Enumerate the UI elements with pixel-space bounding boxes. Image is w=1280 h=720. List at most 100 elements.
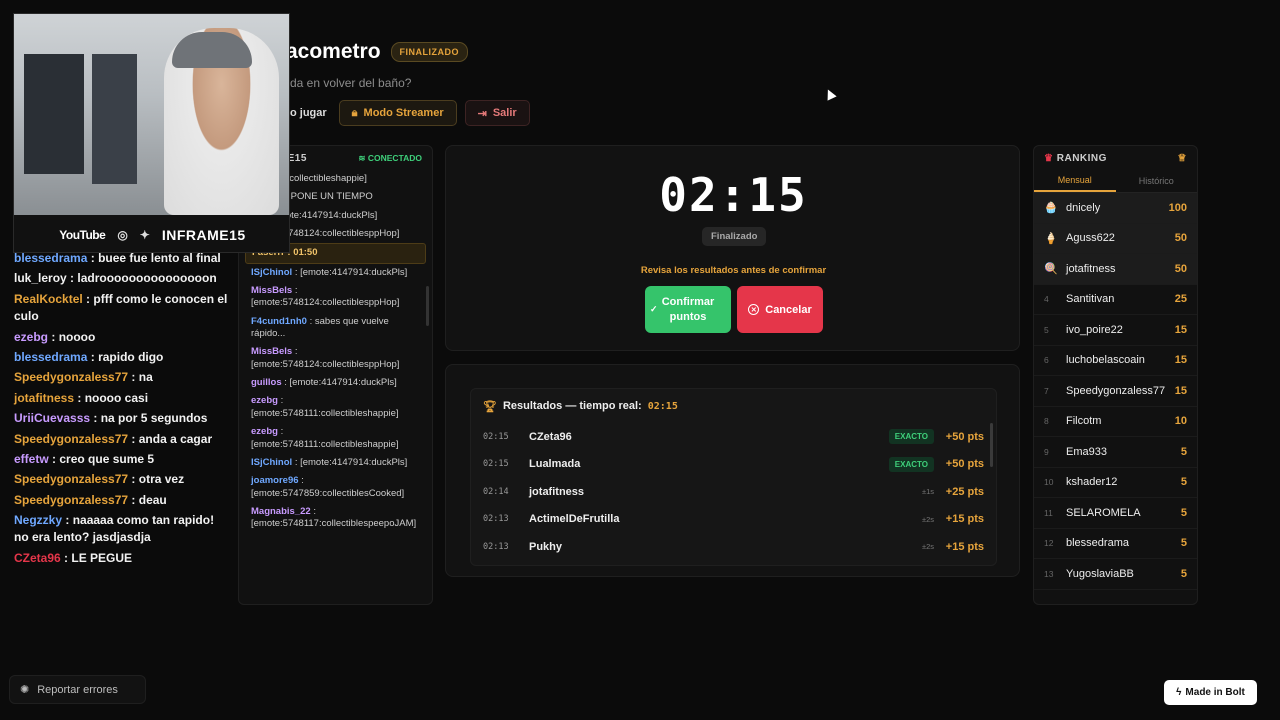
chat-text: : deau	[131, 492, 167, 507]
tab-historico[interactable]: Histórico	[1116, 170, 1198, 192]
page-subtitle: rda en volver del baño?	[286, 76, 412, 90]
ranking-name: SELAROMELA	[1066, 506, 1141, 519]
chat-text: : noooo casi	[77, 390, 149, 405]
timer-display: 02:15	[659, 168, 808, 222]
trophy-icon[interactable]: ♕	[1178, 153, 1187, 164]
chat-message: effetw : creo que sume 5	[14, 451, 229, 468]
made-in-bolt-badge[interactable]: ϟ Made in Bolt	[1164, 680, 1257, 705]
chat-message: CZeta96 : LE PEGUE	[14, 550, 229, 567]
chat-message: jotafitness : noooo casi	[14, 390, 229, 407]
ranking-item: 7 Speedygonzaless77 15	[1034, 376, 1197, 407]
chat-message: ezebg : noooo	[14, 329, 229, 346]
exact-badge: EXACTO	[888, 456, 934, 472]
streamer-mode-label: Modo Streamer	[363, 107, 444, 119]
result-diff: ±2s	[921, 514, 934, 524]
ranking-points: 50	[1174, 232, 1187, 245]
webcam-socials-bar: YouTube ◎ ✦ INFRAME15	[14, 215, 289, 252]
ranking-name: Speedygonzaless77	[1066, 384, 1166, 397]
ranking-item: 🍭 jotafitness 50	[1034, 254, 1197, 285]
result-name: CZeta96	[529, 430, 572, 443]
chat-username: UriiCuevasss	[14, 411, 91, 426]
streamer-cap	[172, 32, 252, 68]
exit-button[interactable]: ⇥ Salir	[464, 100, 530, 126]
result-diff: ±1s	[921, 487, 934, 497]
ranking-points: 10	[1174, 415, 1187, 428]
trophy-icon: 🏆︎	[483, 400, 497, 413]
review-notice: Revisa los resultados antes de confirmar	[640, 265, 827, 276]
results-title: Resultados — tiempo real:	[502, 400, 642, 412]
status-badge: FINALIZADO	[390, 42, 469, 62]
ranking-item: 9 Ema933 5	[1034, 437, 1197, 468]
live-chat-username: ISjChinol	[251, 266, 293, 278]
ranking-name: dnicely	[1066, 201, 1101, 214]
chat-username: CZeta96	[14, 550, 61, 565]
webcam-video	[14, 14, 289, 215]
twitter-icon: ✦	[139, 227, 150, 242]
streamer-mode-button[interactable]: 🔒︎ Modo Streamer	[338, 100, 457, 126]
play-button[interactable]: o jugar	[286, 100, 331, 126]
ranking-name: luchobelascoain	[1066, 354, 1145, 367]
tab-mensual[interactable]: Mensual	[1034, 170, 1116, 192]
results-panel: 🏆︎ Resultados — tiempo real: 02:15 02:15…	[445, 364, 1020, 577]
live-chat-message: MissBels : [emote:5748124:collectiblespp…	[245, 343, 426, 374]
ranking-item: 6 luchobelascoain 15	[1034, 346, 1197, 376]
bolt-label: Made in Bolt	[1185, 687, 1245, 698]
chat-username: ezebg	[14, 329, 49, 344]
header-actions: o jugar 🔒︎ Modo Streamer ⇥ Salir	[286, 100, 530, 126]
game-header: acometro FINALIZADO	[286, 40, 469, 64]
live-chat-username: guillos	[251, 377, 282, 389]
instagram-icon: ◎	[117, 227, 128, 242]
chat-message: Negzzky : naaaaa como tan rapido! no era…	[14, 512, 229, 547]
chat-text: : noooo	[51, 329, 96, 344]
result-name: Pukhy	[529, 540, 563, 553]
acoustic-panel	[92, 54, 137, 184]
bug-icon: ✺	[20, 684, 30, 696]
cancel-button[interactable]: ✕ Cancelar	[737, 286, 823, 333]
results-card: 🏆︎ Resultados — tiempo real: 02:15 02:15…	[470, 388, 997, 566]
crown-icon: ♛	[1044, 152, 1054, 164]
live-chat-message: F4cund1nh0 : sabes que vuelve rápido...	[245, 313, 426, 344]
live-chat-username: ezebg	[251, 426, 278, 438]
close-circle-icon: ✕	[748, 304, 760, 315]
ranking-points: 15	[1174, 323, 1187, 336]
result-name: Lualmada	[529, 458, 581, 471]
ranking-list: 🧁 dnicely 100 🍦 Aguss622 50 🍭 jotafitness 50 4 San…	[1034, 193, 1197, 590]
result-points: +50 pts	[945, 458, 984, 471]
live-chat-message: ISjChinol : [emote:4147914:duckPls]	[245, 264, 426, 282]
ranking-position: 13	[1044, 568, 1054, 579]
confirm-points-button[interactable]: ✓ Confirmar puntos	[645, 286, 731, 333]
ranking-item: 5 ivo_poire22 15	[1034, 315, 1197, 346]
results-list: 02:15 CZeta96 EXACTO +50 pts 02:15 Lualmada EX…	[471, 423, 996, 561]
ranking-points: 5	[1180, 476, 1187, 489]
ranking-name: Filcotm	[1066, 415, 1102, 428]
chat-text: : na	[131, 370, 153, 385]
ranking-item: 4 Santitivan 25	[1034, 285, 1197, 315]
timer-status: Finalizado	[702, 227, 767, 246]
live-chat-text: : [emote:4147914:duckPls]	[294, 456, 408, 468]
bolt-icon: ϟ	[1176, 687, 1182, 698]
live-chat-text: : 01:50	[287, 247, 318, 259]
exact-badge: EXACTO	[888, 429, 934, 445]
ranking-position: 12	[1044, 538, 1054, 549]
live-chat-message: guillos : [emote:4147914:duckPls]	[245, 374, 426, 392]
ranking-header: ♛ RANKING ♕	[1034, 146, 1197, 170]
wifi-icon: ≋	[358, 152, 366, 163]
chat-message: Speedygonzaless77 : anda a cagar	[14, 431, 229, 448]
report-errors-button[interactable]: ✺ Reportar errores	[9, 675, 146, 704]
live-chat-message: MissBels : [emote:5748124:collectiblespp…	[245, 282, 426, 313]
result-points: +15 pts	[945, 540, 984, 553]
connection-status: ≋ CONECTADO	[358, 153, 422, 164]
logout-icon: ⇥	[477, 107, 487, 120]
ranking-tabs: Mensual Histórico	[1034, 170, 1197, 193]
result-diff: ±2s	[921, 542, 934, 552]
chat-scrollbar[interactable]	[426, 286, 429, 326]
live-chat-message: ISjChinol : [emote:4147914:duckPls]	[245, 454, 426, 472]
ranking-item: 🧁 dnicely 100	[1034, 193, 1197, 224]
ranking-points: 100	[1168, 201, 1187, 214]
ranking-item: 10 kshader12 5	[1034, 468, 1197, 498]
results-scrollbar[interactable]	[990, 423, 993, 467]
ranking-name: Ema933	[1066, 445, 1107, 458]
ranking-name: jotafitness	[1066, 262, 1116, 275]
result-points: +50 pts	[945, 430, 984, 443]
ranking-item: 11 SELAROMELA 5	[1034, 498, 1197, 529]
